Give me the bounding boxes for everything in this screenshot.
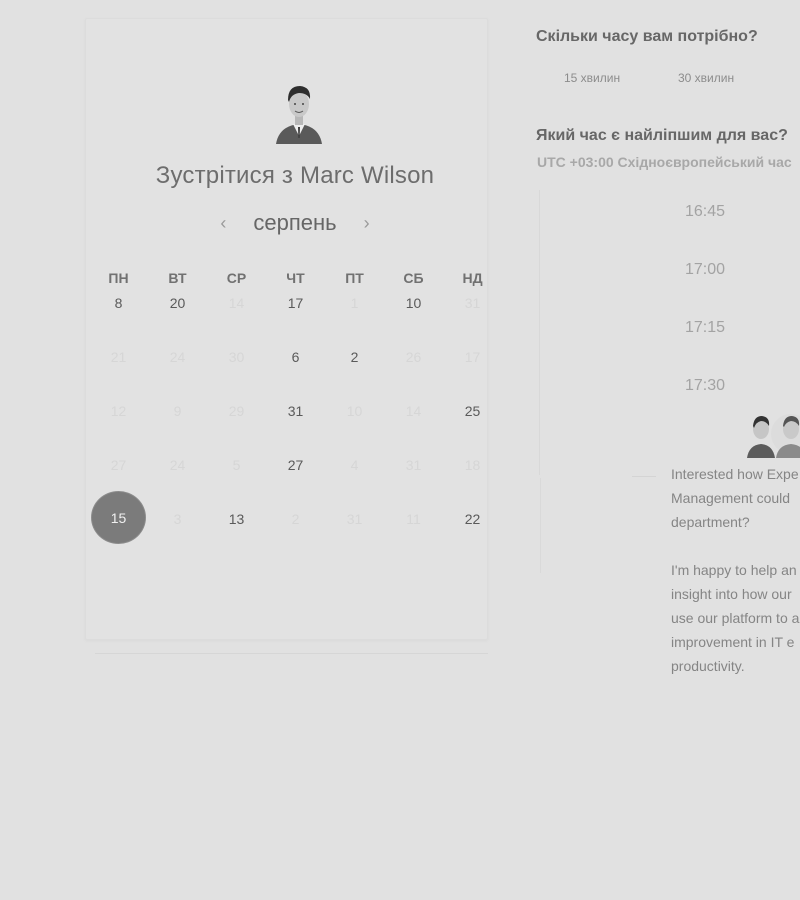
message-line: I'm happy to help an bbox=[671, 562, 797, 578]
calendar-day[interactable]: 6 bbox=[266, 337, 325, 391]
calendar-day: 3 bbox=[173, 511, 182, 527]
calendar-day: 5 bbox=[232, 457, 241, 473]
selected-day[interactable]: 15 bbox=[92, 492, 145, 543]
calendar-day: 26 bbox=[405, 349, 422, 365]
calendar-day: 29 bbox=[228, 403, 245, 419]
calendar-day: 10 bbox=[346, 403, 363, 419]
calendar-day[interactable]: 25 bbox=[443, 391, 502, 445]
calendar-day: 11 bbox=[406, 511, 421, 527]
calendar-day: 21 bbox=[110, 349, 127, 365]
calendar-day: 4 bbox=[350, 457, 359, 473]
divider bbox=[95, 653, 488, 654]
calendar-day[interactable]: 17 bbox=[266, 283, 325, 337]
calendar-day: 24 bbox=[169, 457, 186, 473]
calendar-day[interactable]: 8 bbox=[89, 283, 148, 337]
calendar-day: 1 bbox=[350, 295, 359, 311]
month-navigation: ‹ серпень › bbox=[85, 210, 505, 236]
host-avatar bbox=[276, 86, 322, 144]
chat-border bbox=[540, 478, 541, 573]
team-avatars bbox=[747, 414, 800, 458]
time-slot[interactable]: 17:00 bbox=[660, 261, 750, 279]
calendar-day[interactable]: 13 bbox=[207, 499, 266, 553]
time-slot[interactable]: 17:15 bbox=[660, 319, 750, 337]
calendar-day[interactable]: 10 bbox=[384, 283, 443, 337]
calendar-day[interactable]: 31 bbox=[266, 391, 325, 445]
calendar-day: 2 bbox=[291, 511, 300, 527]
calendar-day: 30 bbox=[228, 349, 245, 365]
calendar-day: 27 bbox=[110, 457, 127, 473]
message-line: improvement in IT e bbox=[671, 634, 795, 650]
message-line: insight into how our bbox=[671, 586, 792, 602]
calendar-day: 18 bbox=[464, 457, 481, 473]
host-message: Interested how Expe Management could dep… bbox=[671, 462, 800, 702]
calendar-grid: 8 20 14 17 1 10 31 21 24 30 6 2 26 17 12 9 29 31 10 14 25 27 2… bbox=[89, 283, 501, 553]
calendar-day: 31 bbox=[405, 457, 422, 473]
message-line: use our platform to a bbox=[671, 610, 800, 626]
time-question: Який час є найліпшим для вас? bbox=[536, 127, 788, 144]
calendar-day: 31 bbox=[464, 295, 481, 311]
calendar-day[interactable]: 27 bbox=[266, 445, 325, 499]
duration-question: Скільки часу вам потрібно? bbox=[536, 28, 758, 45]
time-slot[interactable]: 16:45 bbox=[660, 203, 750, 221]
chevron-right-icon[interactable]: › bbox=[347, 213, 387, 234]
calendar-day: 24 bbox=[169, 349, 186, 365]
chevron-left-icon[interactable]: ‹ bbox=[203, 213, 243, 234]
time-slot[interactable]: 17:30 bbox=[660, 377, 750, 395]
calendar-day: 31 bbox=[346, 511, 363, 527]
message-line: department? bbox=[671, 514, 750, 530]
meeting-title: Зустрітися з Marc Wilson bbox=[155, 162, 435, 189]
calendar-day: 17 bbox=[464, 349, 481, 365]
message-line: Interested how Expe bbox=[671, 466, 799, 482]
calendar-day[interactable]: 2 bbox=[325, 337, 384, 391]
calendar-day: 14 bbox=[405, 403, 422, 419]
calendar-day: 14 bbox=[228, 295, 245, 311]
message-line: Management could bbox=[671, 490, 791, 506]
calendar-day[interactable]: 22 bbox=[443, 499, 502, 553]
month-label: серпень bbox=[253, 210, 337, 235]
timezone-label[interactable]: UTC +03:00 Східноєвропейський час bbox=[537, 154, 800, 170]
calendar-day: 12 bbox=[110, 403, 127, 419]
calendar-day[interactable]: 20 bbox=[148, 283, 207, 337]
chat-tail bbox=[632, 476, 656, 477]
duration-option-15[interactable]: 15 хвилин bbox=[564, 71, 620, 85]
message-line: productivity. bbox=[671, 658, 745, 674]
duration-option-30[interactable]: 30 хвилин bbox=[678, 71, 734, 85]
calendar-day: 9 bbox=[173, 403, 182, 419]
